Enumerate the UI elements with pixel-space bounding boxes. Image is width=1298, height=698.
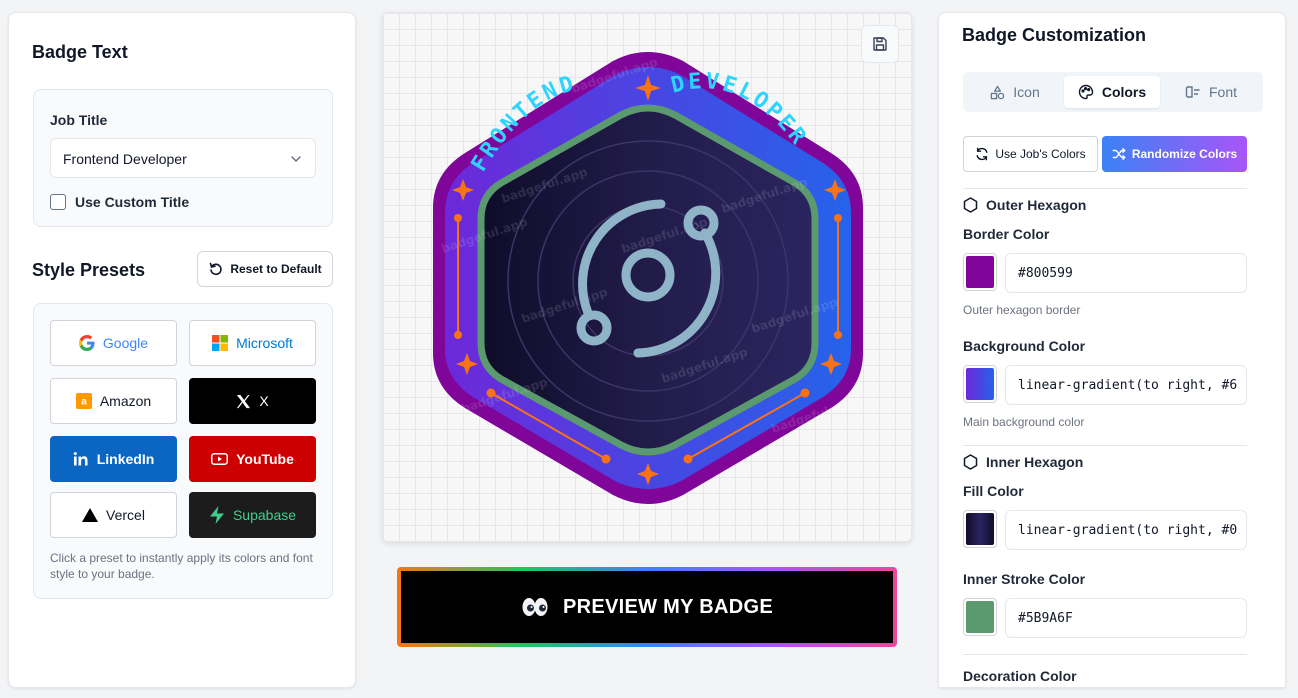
preset-youtube-button[interactable]: YouTube — [189, 436, 316, 482]
fill-color-input[interactable]: linear-gradient(to right, #0 — [1005, 510, 1247, 550]
youtube-icon — [211, 453, 229, 465]
tab-colors-label: Colors — [1101, 84, 1147, 100]
tab-font[interactable]: Font — [1163, 76, 1259, 108]
preset-google-button[interactable]: Google — [50, 320, 177, 366]
amazon-icon: a — [75, 393, 92, 409]
hexagon-icon — [963, 197, 978, 213]
use-job-colors-button[interactable]: Use Job's Colors — [963, 136, 1098, 172]
badge-text-panel: Badge Text Job Title Frontend Developer … — [8, 12, 356, 688]
preview-badge-button[interactable]: PREVIEW MY BADGE — [397, 567, 897, 647]
badge-canvas: badgeful.app badgeful.app badgeful.app b… — [382, 12, 912, 542]
reset-to-default-button[interactable]: Reset to Default — [197, 251, 333, 287]
outer-hexagon-heading: Outer Hexagon — [963, 197, 1086, 213]
preset-amazon-label: Amazon — [99, 393, 152, 409]
custom-title-checkbox[interactable] — [50, 194, 66, 210]
job-title-select[interactable]: Frontend Developer — [50, 138, 316, 178]
supabase-icon — [209, 506, 224, 524]
tab-font-label: Font — [1208, 84, 1237, 100]
palette-icon — [1078, 84, 1094, 100]
randomize-colors-button[interactable]: Randomize Colors — [1102, 136, 1247, 172]
preview-label: PREVIEW MY BADGE — [562, 595, 773, 618]
outer-hexagon-title: Outer Hexagon — [986, 197, 1087, 213]
refresh-icon — [976, 147, 988, 161]
divider — [963, 188, 1247, 189]
preset-linkedin-label: LinkedIn — [96, 451, 155, 467]
border-color-input[interactable]: #800599 — [1005, 253, 1247, 293]
background-color-help: Main background color — [963, 415, 1085, 429]
preset-linkedin-button[interactable]: LinkedIn — [50, 436, 177, 482]
preset-vercel-label: Vercel — [106, 507, 145, 523]
preset-youtube-label: YouTube — [236, 451, 294, 467]
inner-stroke-color-input[interactable]: #5B9A6F — [1005, 598, 1247, 638]
fill-color-swatch[interactable] — [963, 510, 997, 548]
badge-text-title: Badge Text — [32, 42, 128, 62]
background-color-swatch[interactable] — [963, 365, 997, 403]
use-job-colors-label: Use Job's Colors — [995, 147, 1086, 161]
style-presets-title: Style Presets — [32, 260, 146, 280]
shapes-icon — [991, 85, 1005, 99]
tab-icon-label: Icon — [1013, 84, 1040, 100]
eyes-icon — [522, 598, 548, 616]
tab-colors[interactable]: Colors — [1064, 76, 1160, 108]
font-icon — [1185, 86, 1200, 98]
badge-preview: badgeful.app badgeful.app badgeful.app b… — [433, 52, 863, 504]
inner-hexagon-heading: Inner Hexagon — [963, 454, 1083, 470]
customization-panel: Badge Customization Icon Colors Font Use… — [938, 12, 1286, 688]
linkedin-icon — [73, 452, 88, 466]
background-color-input[interactable]: linear-gradient(to right, #6 — [1005, 365, 1247, 405]
presets-hint: Click a preset to instantly apply its co… — [50, 551, 313, 581]
save-icon — [873, 37, 887, 51]
preset-supabase-button[interactable]: Supabase — [189, 492, 316, 538]
inner-hexagon-title: Inner Hexagon — [986, 454, 1084, 470]
shuffle-icon — [1112, 148, 1126, 160]
divider — [963, 654, 1247, 655]
custom-title-label: Use Custom Title — [75, 194, 190, 210]
customization-title: Badge Customization — [962, 25, 1147, 45]
preset-amazon-button[interactable]: a Amazon — [50, 378, 177, 424]
save-badge-button[interactable] — [861, 25, 899, 63]
svg-text:a: a — [81, 397, 87, 408]
inner-stroke-color-label: Inner Stroke Color — [963, 571, 1086, 587]
x-icon — [237, 394, 251, 408]
preset-vercel-button[interactable]: Vercel — [50, 492, 177, 538]
preset-supabase-label: Supabase — [232, 507, 297, 523]
microsoft-icon — [212, 335, 229, 351]
decoration-color-label: Decoration Color — [963, 668, 1077, 684]
divider — [963, 445, 1247, 446]
preset-microsoft-label: Microsoft — [236, 335, 293, 351]
chevron-down-icon — [291, 156, 301, 163]
tab-icon[interactable]: Icon — [967, 76, 1063, 108]
border-color-swatch[interactable] — [963, 253, 997, 291]
inner-stroke-color-swatch[interactable] — [963, 598, 997, 636]
fill-color-label: Fill Color — [963, 483, 1024, 499]
randomize-colors-label: Randomize Colors — [1131, 147, 1238, 161]
job-title-box: Job Title Frontend Developer Use Custom … — [33, 89, 333, 227]
reset-icon — [210, 262, 222, 276]
job-title-value: Frontend Developer — [63, 151, 187, 167]
customization-tabs: Icon Colors Font — [963, 72, 1263, 112]
preset-google-label: Google — [102, 335, 149, 351]
border-color-help: Outer hexagon border — [963, 303, 1081, 317]
reset-label: Reset to Default — [230, 262, 322, 276]
google-icon — [78, 335, 95, 351]
hexagon-icon — [963, 454, 978, 470]
background-color-label: Background Color — [963, 338, 1086, 354]
vercel-icon — [82, 508, 99, 522]
border-color-label: Border Color — [963, 226, 1050, 242]
preset-x-button[interactable]: X — [189, 378, 316, 424]
custom-title-row[interactable]: Use Custom Title — [50, 194, 189, 210]
job-title-label: Job Title — [50, 112, 108, 128]
presets-grid: Google Microsoft a Amazon X LinkedIn You… — [33, 303, 333, 599]
preset-microsoft-button[interactable]: Microsoft — [189, 320, 316, 366]
preset-x-label: X — [259, 393, 269, 409]
